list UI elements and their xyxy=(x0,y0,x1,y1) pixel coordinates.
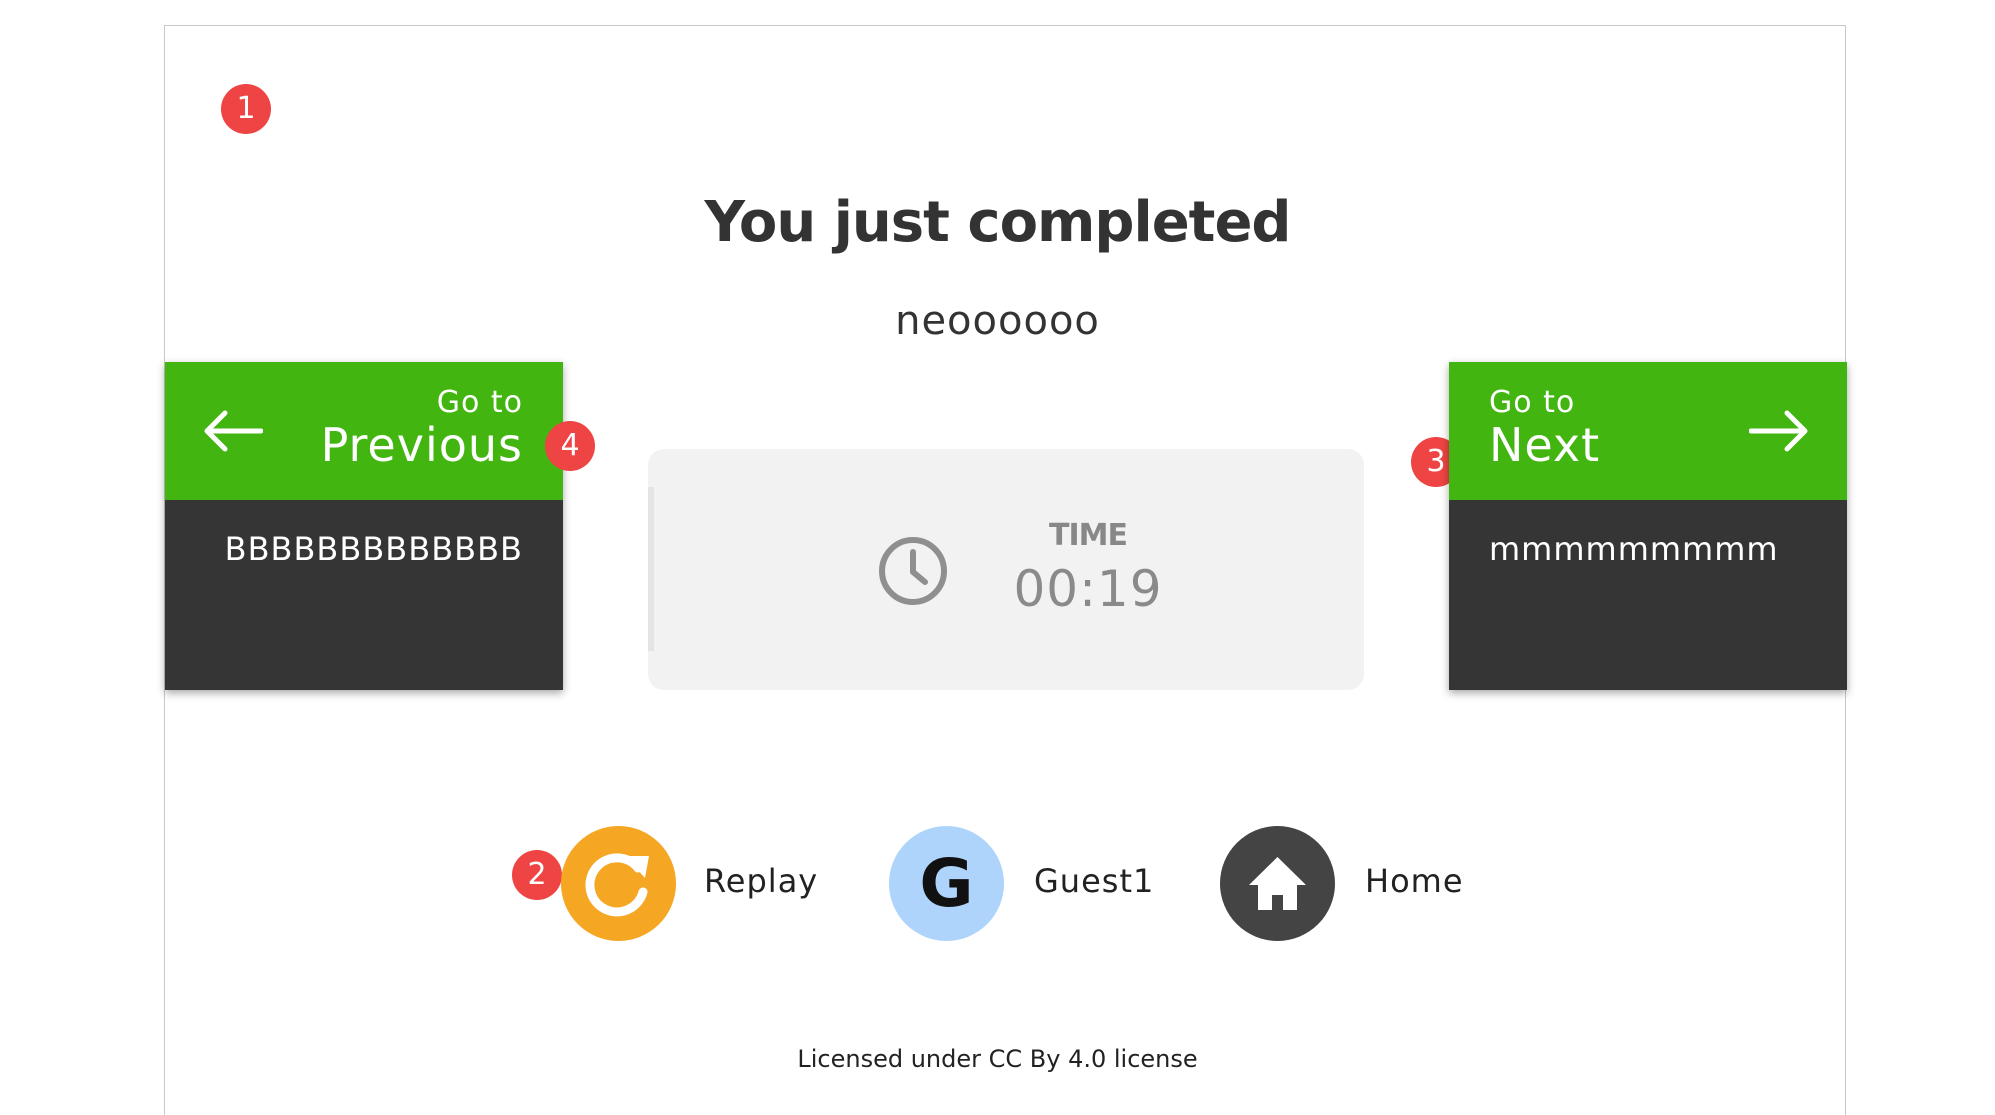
previous-card-body: BBBBBBBBBBBBB xyxy=(165,500,563,690)
home-label: Home xyxy=(1365,862,1464,900)
guest-profile-button[interactable]: G Guest1 xyxy=(889,826,1153,941)
annotation-marker-1: 1 xyxy=(221,84,271,134)
clock-icon xyxy=(879,537,947,605)
next-card-body: mmmmmmmmm xyxy=(1449,500,1847,690)
go-to-next-button[interactable]: Go to Next mmmmmmmmm xyxy=(1449,362,1847,690)
next-item-name: mmmmmmmmm xyxy=(1489,530,1779,568)
previous-goto-label: Go to xyxy=(436,385,523,420)
replay-icon xyxy=(585,853,649,917)
time-stat-card: TIME 00:19 xyxy=(648,449,1364,690)
completed-item-name: neoooooo xyxy=(895,298,1100,344)
next-goto-label: Go to xyxy=(1489,385,1576,420)
license-text: Licensed under CC By 4.0 license xyxy=(797,1045,1198,1073)
arrow-right-icon xyxy=(1749,410,1808,452)
arrow-left-icon xyxy=(204,410,263,452)
home-circle xyxy=(1220,826,1335,941)
next-label: Next xyxy=(1489,418,1601,472)
replay-button[interactable]: Replay xyxy=(561,826,817,941)
next-card-header: Go to Next xyxy=(1449,362,1847,500)
avatar-initial: G xyxy=(919,845,974,922)
time-card-accent xyxy=(648,487,654,651)
previous-label: Previous xyxy=(320,418,523,472)
go-to-previous-button[interactable]: Go to Previous BBBBBBBBBBBBB xyxy=(165,362,563,690)
home-icon xyxy=(1249,857,1306,910)
home-button[interactable]: Home xyxy=(1220,826,1480,941)
previous-card-header: Go to Previous xyxy=(165,362,563,500)
annotation-marker-2: 2 xyxy=(512,850,562,900)
time-value: 00:19 xyxy=(1013,560,1163,618)
time-label: TIME xyxy=(1049,518,1128,553)
avatar: G xyxy=(889,826,1004,941)
page-title: You just completed xyxy=(704,190,1291,255)
guest-name-label: Guest1 xyxy=(1034,862,1155,900)
replay-label: Replay xyxy=(704,862,819,900)
replay-circle xyxy=(561,826,676,941)
previous-item-name: BBBBBBBBBBBBB xyxy=(224,530,523,568)
annotation-marker-4: 4 xyxy=(545,421,595,471)
